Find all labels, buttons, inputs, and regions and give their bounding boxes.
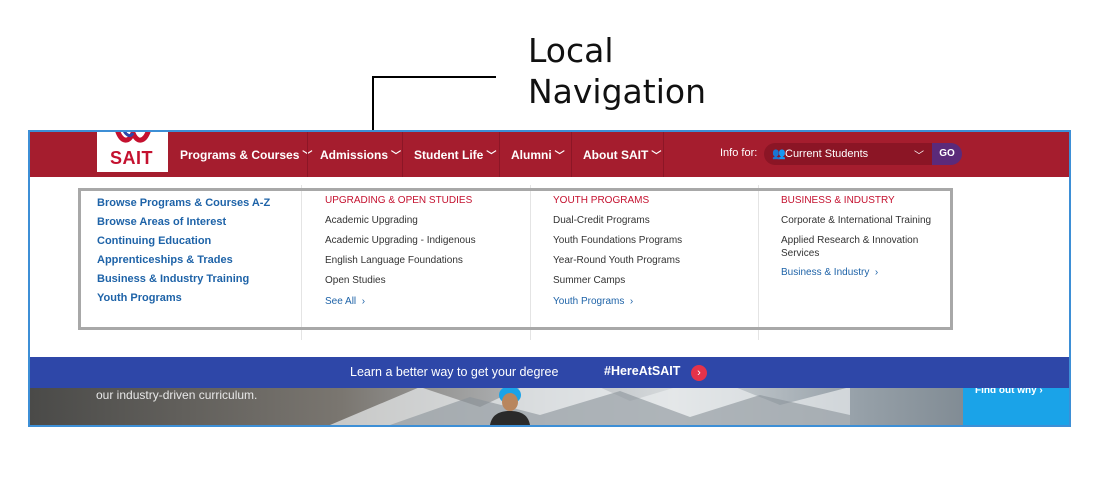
website-screenshot: SAIT Programs & Courses﹀ Admissions﹀ Stu… bbox=[28, 130, 1071, 427]
hero-caption: our industry-driven curriculum. bbox=[96, 388, 258, 402]
nav-about-sait[interactable]: About SAIT ﹀ bbox=[583, 147, 661, 162]
student-photo bbox=[490, 386, 530, 425]
arrow-right-icon[interactable]: › bbox=[691, 365, 707, 381]
users-icon: 👥 bbox=[772, 148, 786, 160]
nav-label: Programs & Courses bbox=[180, 148, 300, 162]
banner-hashtag: #HereAtSAIT bbox=[604, 364, 681, 378]
chevron-down-icon: ﹀ bbox=[554, 151, 565, 162]
nav-label: About SAIT bbox=[583, 148, 649, 162]
audience-select[interactable]: 👥 Current Students ﹀ bbox=[764, 143, 932, 165]
promo-banner[interactable]: Learn a better way to get your degree #H… bbox=[30, 357, 1069, 388]
chevron-down-icon: ﹀ bbox=[486, 151, 497, 162]
chevron-down-icon: ﹀ bbox=[914, 151, 924, 162]
programs-mega-menu: Browse Programs & Courses A-Z Browse Are… bbox=[30, 177, 1069, 357]
nav-programs-courses[interactable]: Programs & Courses﹀ bbox=[180, 147, 312, 162]
info-for-label: Info for: bbox=[720, 147, 758, 159]
logo-text: SAIT bbox=[110, 148, 154, 168]
local-navigation-highlight bbox=[78, 188, 953, 330]
logo-swoosh-icon bbox=[115, 132, 151, 143]
nav-alumni[interactable]: Alumni ﹀ bbox=[511, 147, 565, 162]
nav-divider bbox=[571, 132, 572, 177]
sait-logo[interactable]: SAIT bbox=[97, 132, 168, 172]
nav-divider bbox=[307, 132, 308, 177]
banner-text: Learn a better way to get your degree bbox=[350, 365, 559, 379]
chevron-down-icon: ﹀ bbox=[391, 151, 402, 162]
top-navigation-bar: SAIT Programs & Courses﹀ Admissions﹀ Stu… bbox=[30, 132, 1069, 177]
nav-label: Admissions bbox=[320, 148, 389, 162]
nav-divider bbox=[663, 132, 664, 177]
nav-label: Alumni bbox=[511, 148, 552, 162]
nav-admissions[interactable]: Admissions ﹀ bbox=[320, 147, 401, 162]
audience-select-value: Current Students bbox=[785, 148, 869, 160]
nav-student-life[interactable]: Student Life ﹀ bbox=[414, 147, 496, 162]
nav-divider bbox=[499, 132, 500, 177]
chevron-down-icon: ﹀ bbox=[651, 151, 662, 162]
go-button[interactable]: GO bbox=[932, 143, 962, 165]
nav-label: Student Life bbox=[414, 148, 484, 162]
nav-divider bbox=[402, 132, 403, 177]
